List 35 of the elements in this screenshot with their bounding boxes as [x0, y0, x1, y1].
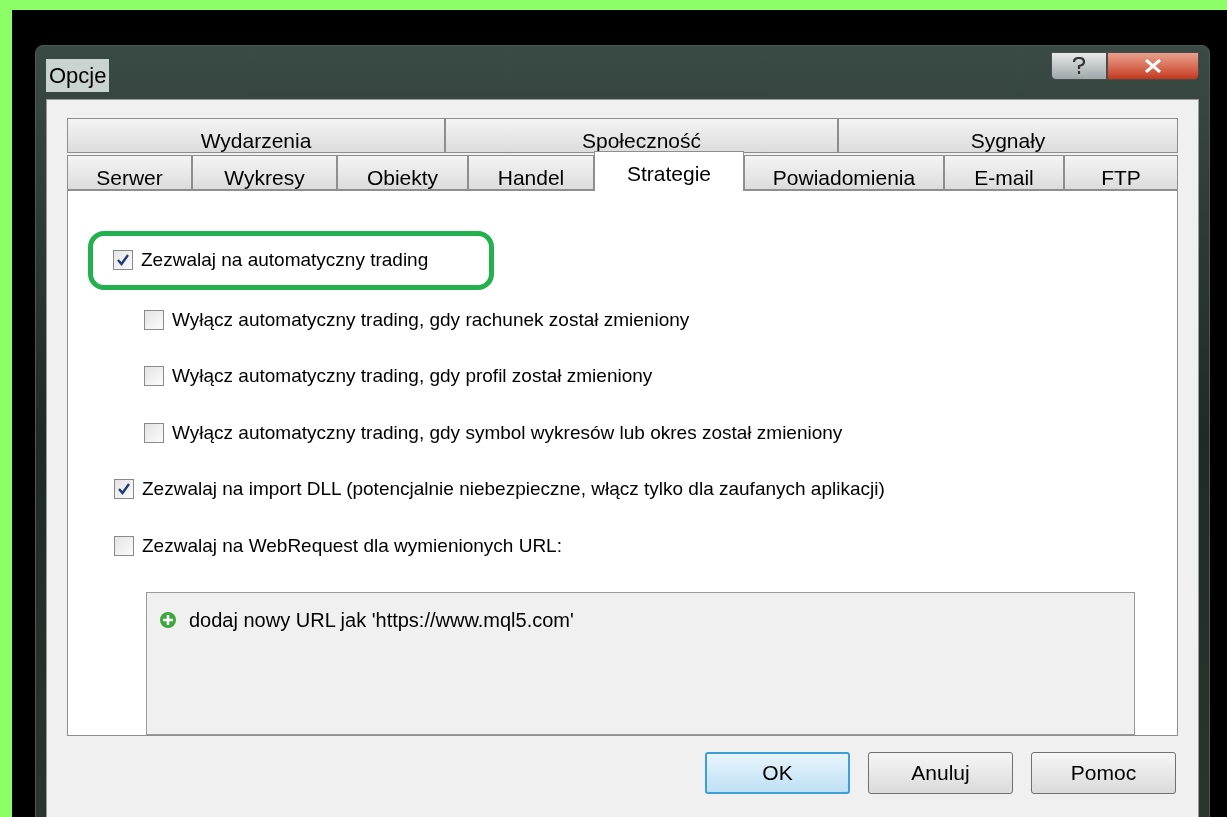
tab[interactable]: Sygnały: [838, 118, 1178, 153]
checkbox[interactable]: [114, 479, 134, 500]
close-button[interactable]: [1107, 51, 1199, 80]
dialog-button[interactable]: Anuluj: [868, 752, 1013, 794]
checkmark-icon: [117, 482, 131, 497]
checkbox[interactable]: [144, 422, 164, 443]
checkbox[interactable]: [144, 309, 164, 330]
tab[interactable]: Powiadomienia: [744, 155, 944, 190]
checkmark-icon: [116, 253, 130, 268]
tab[interactable]: Społeczność: [445, 118, 838, 153]
option-label: Wyłącz automatyczny trading, gdy rachunek został zmieniony: [172, 307, 690, 332]
option-label: Wyłącz automatyczny trading, gdy profil został zmieniony: [172, 364, 653, 388]
tab[interactable]: Serwer: [67, 155, 192, 190]
checkbox[interactable]: [113, 250, 133, 271]
checkbox[interactable]: [114, 535, 134, 556]
plus-icon: [159, 611, 177, 629]
checkbox[interactable]: [144, 366, 164, 387]
url-entry[interactable]: dodaj nowy URL jak 'https://www.mql5.com': [189, 605, 574, 635]
option-label: Wyłącz automatyczny trading, gdy symbol wykresów lub okres został zmieniony: [172, 420, 843, 445]
tab[interactable]: Strategie: [594, 151, 744, 191]
tab[interactable]: Handel: [468, 155, 594, 190]
close-icon: [1144, 58, 1162, 73]
option-label: Zezwalaj na automatyczny trading: [141, 248, 429, 272]
dialog-button[interactable]: Pomoc: [1031, 752, 1176, 794]
option-label: Zezwalaj na import DLL (potencjalnie niebezpieczne, włącz tylko dla zaufanych aplikacji): [142, 477, 885, 501]
dialog-button[interactable]: OK: [705, 752, 850, 794]
window-title: Opcje: [46, 59, 110, 92]
tab[interactable]: Obiekty: [337, 155, 468, 190]
option-label: Zezwalaj na WebRequest dla wymienionych URL:: [142, 533, 562, 558]
tab[interactable]: E-mail: [944, 155, 1064, 190]
help-button[interactable]: [1051, 51, 1107, 80]
tab[interactable]: Wydarzenia: [67, 118, 445, 153]
tab[interactable]: FTP: [1064, 155, 1178, 190]
tab[interactable]: Wykresy: [192, 155, 337, 190]
help-icon: [1072, 56, 1086, 75]
